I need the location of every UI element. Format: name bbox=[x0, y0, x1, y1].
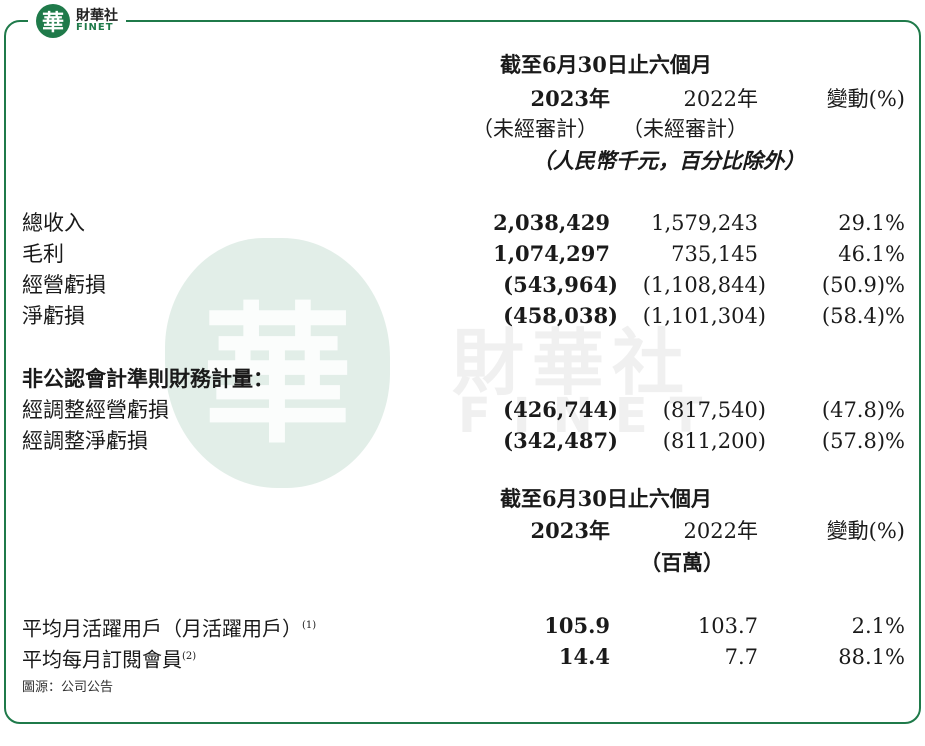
row-label: 平均每月訂閱會員(2) bbox=[22, 644, 196, 673]
section2-period-header: 截至6月30日止六個月 bbox=[500, 486, 712, 511]
row-value-2023: (543,964) bbox=[503, 272, 618, 297]
row-label: 經營虧損 bbox=[22, 273, 106, 297]
section1-unit: （人民幣千元，百分比除外） bbox=[532, 148, 805, 173]
row-label: 經調整淨虧損 bbox=[22, 429, 148, 453]
row-label: 毛利 bbox=[22, 242, 64, 266]
row-value-2023: 14.4 bbox=[558, 644, 610, 669]
logo-en-text: FINET bbox=[76, 22, 114, 33]
row-value-2022: 735,145 bbox=[671, 242, 758, 266]
row-value-2022: 7.7 bbox=[724, 645, 758, 669]
row-change: 46.1% bbox=[838, 242, 905, 266]
row-value-2023: 2,038,429 bbox=[493, 210, 610, 235]
footnote-ref: (1) bbox=[302, 620, 317, 631]
row-value-2023: (342,487) bbox=[503, 428, 618, 453]
row-label: 平均月活躍用戶（月活躍用戶）(1) bbox=[22, 613, 316, 642]
row-label-text: 平均月活躍用戶（月活躍用戶） bbox=[22, 616, 302, 641]
nongaap-heading: 非公認會計準則財務計量： bbox=[22, 366, 274, 391]
row-change: 2.1% bbox=[851, 614, 905, 638]
row-value-2023: (426,744) bbox=[503, 397, 618, 422]
row-value-2022: (1,101,304) bbox=[642, 304, 766, 328]
row-value-2022: (811,200) bbox=[662, 429, 766, 453]
footnote-ref: (2) bbox=[182, 651, 197, 662]
row-label: 總收入 bbox=[22, 211, 85, 235]
row-change: (58.4)% bbox=[821, 304, 905, 328]
section1-col-2022: 2022年 bbox=[683, 87, 758, 111]
section1-col-change: 變動(%) bbox=[826, 87, 905, 111]
row-change: 29.1% bbox=[838, 211, 905, 235]
row-value-2023: 1,074,297 bbox=[493, 241, 610, 266]
watermark-seal-icon: 華 bbox=[165, 238, 390, 488]
row-value-2023: 105.9 bbox=[544, 613, 610, 638]
row-value-2022: (1,108,844) bbox=[642, 273, 766, 297]
row-value-2022: 103.7 bbox=[697, 614, 758, 638]
row-value-2023: (458,038) bbox=[503, 303, 618, 328]
row-change: 88.1% bbox=[838, 645, 905, 669]
section2-col-2022: 2022年 bbox=[683, 519, 758, 543]
row-value-2022: (817,540) bbox=[662, 398, 766, 422]
row-value-2022: 1,579,243 bbox=[651, 211, 758, 235]
section1-audit-2023: （未經審計） bbox=[472, 117, 598, 141]
finet-logo: 華 財華社 FINET bbox=[28, 0, 126, 42]
row-label-text: 平均每月訂閱會員 bbox=[22, 647, 182, 672]
section1-audit-2022: （未經審計） bbox=[622, 117, 748, 141]
section1-col-2023: 2023年 bbox=[530, 86, 610, 111]
source-caption: 圖源：公司公告 bbox=[22, 680, 114, 695]
row-change: (57.8)% bbox=[821, 429, 905, 453]
row-change: (47.8)% bbox=[821, 398, 905, 422]
logo-cn-text: 財華社 bbox=[76, 8, 118, 24]
section2-col-change: 變動(%) bbox=[826, 519, 905, 543]
row-label: 經調整經營虧損 bbox=[22, 398, 169, 422]
finet-seal-icon: 華 bbox=[36, 4, 70, 38]
section2-col-2023: 2023年 bbox=[530, 518, 610, 543]
row-label: 淨虧損 bbox=[22, 304, 85, 328]
section2-unit: （百萬） bbox=[640, 550, 724, 575]
row-change: (50.9)% bbox=[821, 273, 905, 297]
section1-period-header: 截至6月30日止六個月 bbox=[500, 52, 712, 77]
